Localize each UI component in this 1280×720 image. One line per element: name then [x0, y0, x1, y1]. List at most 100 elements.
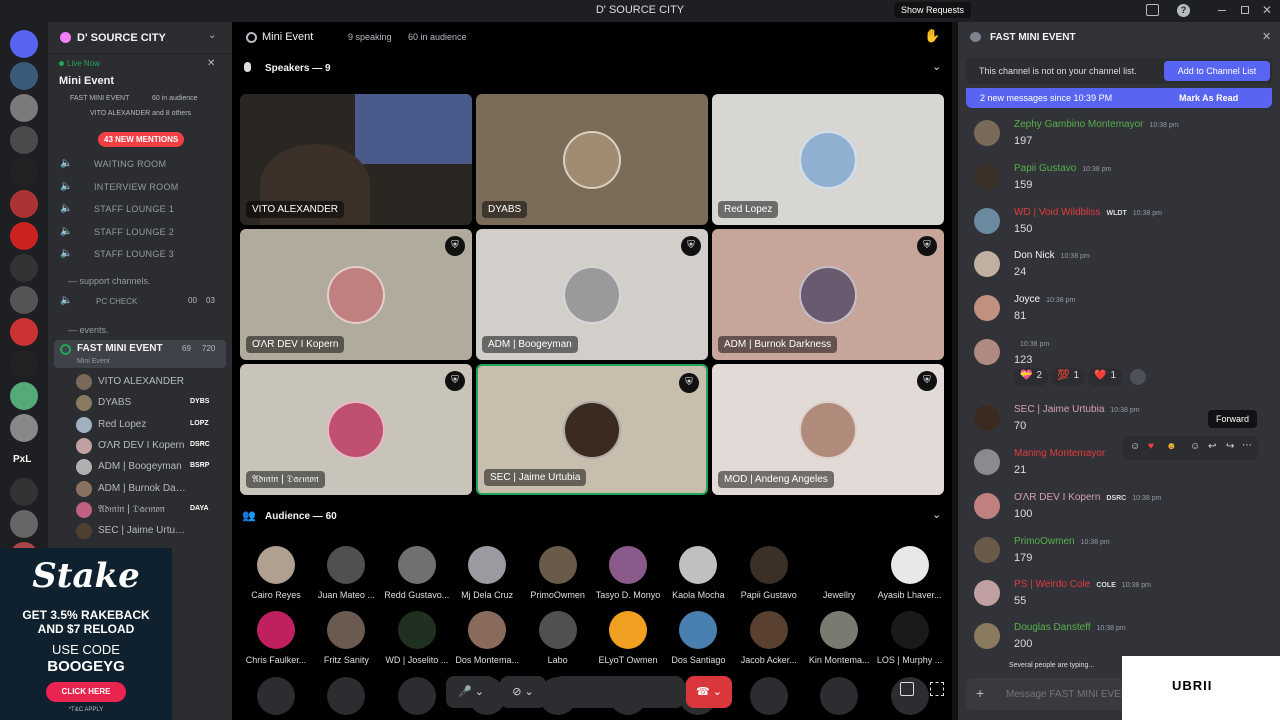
pc-check-channel[interactable]: 🔈 PC CHECK 00 03	[56, 292, 226, 312]
minimize-icon[interactable]	[1218, 10, 1226, 11]
speaker-tile[interactable]: ⛨ MOD | Andeng Angeles	[712, 364, 944, 495]
server-icon-5[interactable]: server-4	[10, 158, 38, 186]
attach-plus-icon[interactable]: +	[976, 685, 984, 701]
stake-ad-overlay[interactable]: Stake GET 3.5% RAKEBACK AND $7 RELOAD US…	[0, 548, 172, 720]
support-header[interactable]: — support channels.	[68, 276, 151, 286]
ad-cta-button[interactable]: CLICK HERE	[46, 682, 126, 702]
server-icon-6[interactable]: server-5	[10, 190, 38, 218]
help-icon[interactable]: ?	[1177, 4, 1190, 17]
close-icon[interactable]: ✕	[1262, 30, 1271, 43]
mark-as-read-button[interactable]: Mark As Read	[1179, 93, 1238, 103]
chat-message[interactable]: Joyce 10:38 pm 81	[972, 291, 1272, 331]
speaker-tile[interactable]: ⛨ ƠΛR DEV I Kopern	[240, 229, 472, 360]
screen-share-button[interactable]	[554, 676, 684, 708]
server-header[interactable]: D' SOURCE CITY ⌄	[48, 22, 232, 54]
live-event-card[interactable]: Live Now ✕ Mini Event FAST MINI EVENT 60…	[52, 56, 228, 117]
speaker-tile[interactable]: ⛨ SEC | Jaime Urtubia	[476, 364, 708, 495]
reaction-chip[interactable]: 💝 2	[1014, 368, 1049, 386]
server-icon-14[interactable]: server-13	[10, 478, 38, 506]
avatar[interactable]	[749, 677, 788, 715]
audience-member[interactable]: Kin Montema...	[804, 611, 874, 665]
server-icon-15[interactable]: server-14	[10, 510, 38, 538]
heart-react-icon[interactable]: ♥	[1148, 441, 1154, 452]
fullscreen-icon[interactable]	[930, 682, 944, 696]
voice-channel-1[interactable]: 🔈 WAITING ROOM	[56, 154, 226, 174]
chat-message[interactable]: Don Nick 10:38 pm 24	[972, 247, 1272, 287]
new-messages-bar[interactable]: 2 new messages since 10:39 PM Mark As Re…	[966, 88, 1272, 108]
server-icon-4[interactable]: server-3	[10, 126, 38, 154]
audience-member[interactable]: ELyoT Owmen	[593, 611, 663, 665]
server-label-pxl[interactable]: PxL	[13, 454, 31, 465]
disconnect-button[interactable]: ☎ ⌄	[686, 676, 732, 708]
audience-member[interactable]: Jewellry	[804, 546, 874, 600]
chat-message[interactable]: PS | Weirdo Cole COLE 10:38 pm 55	[972, 576, 1272, 616]
voice-user[interactable]: Red Lopez LOPZ	[76, 415, 226, 435]
voice-user[interactable]: ADM | Burnok Darkness	[76, 479, 226, 499]
avatar[interactable]	[397, 677, 436, 715]
server-icon-1[interactable]: discord-home	[10, 30, 38, 58]
reaction-chip[interactable]: 💯 1	[1051, 368, 1086, 386]
voice-user[interactable]: SEC | Jaime Urtubia	[76, 521, 226, 541]
audience-member[interactable]: Chris Faulker...	[241, 611, 311, 665]
audience-member[interactable]: WD | Joselito ...	[382, 611, 452, 665]
speakers-section-header[interactable]: Speakers — 9 ⌄	[232, 58, 952, 80]
chat-message[interactable]: ƠΛR DEV I Kopern DSRC 10:38 pm 100	[972, 489, 1272, 529]
chat-message[interactable]: Zephy Gambino Montemayor 10:38 pm 197	[972, 116, 1272, 156]
voice-user[interactable]: DYABS DYBS	[76, 393, 226, 413]
chat-message[interactable]: Douglas Dansteff 10:38 pm 200	[972, 619, 1272, 659]
emoji-react-icon[interactable]: ☺	[1130, 441, 1140, 452]
voice-user[interactable]: 𝔄𝔡𝔪𝔦𝔫 | 𝔇𝔞𝔢𝔪𝔬𝔫 DAYA	[76, 500, 226, 520]
audience-member[interactable]: Mj Dela Cruz	[452, 546, 522, 600]
add-to-channel-list-button[interactable]: Add to Channel List	[1164, 61, 1270, 81]
voice-user[interactable]: VITO ALEXANDER	[76, 372, 226, 392]
reaction-chip[interactable]: ❤️ 1	[1088, 368, 1123, 386]
audience-member[interactable]: Dos Santiago	[663, 611, 733, 665]
speaker-tile[interactable]: ⛨ 𝔄𝔡𝔪𝔦𝔫 | 𝔇𝔞𝔢𝔪𝔬𝔫	[240, 364, 472, 495]
avatar[interactable]	[257, 677, 295, 715]
server-icon-9[interactable]: server-8	[10, 286, 38, 314]
add-reaction-icon[interactable]: ☺	[1190, 441, 1200, 452]
server-icon-10[interactable]: server-9	[10, 318, 38, 346]
audience-member[interactable]: Papii Gustavo	[734, 546, 804, 600]
audience-member[interactable]: PrimoOwmen	[523, 546, 593, 600]
laugh-react-icon[interactable]: ☻	[1166, 441, 1177, 452]
voice-channel-4[interactable]: 🔈 STAFF LOUNGE 2	[56, 222, 226, 242]
speaker-tile[interactable]: DYABS	[476, 94, 708, 225]
inbox-icon[interactable]	[1146, 4, 1159, 16]
speaker-tile[interactable]: Red Lopez	[712, 94, 944, 225]
avatar[interactable]	[820, 677, 859, 715]
server-icon-13[interactable]: server-12	[10, 414, 38, 442]
audience-member[interactable]: Tasyo D. Monyo	[593, 546, 663, 600]
chat-message[interactable]: Papii Gustavo 10:38 pm 159	[972, 160, 1272, 200]
raised-hand-icon[interactable]: ✋	[924, 28, 940, 44]
chat-message[interactable]: WD | Void Wildbliss WLDT 10:38 pm 150	[972, 204, 1272, 244]
voice-user[interactable]: ƠΛR DEV I Kopern DSRC	[76, 436, 226, 456]
chat-message[interactable]: PrimoOwmen 10:38 pm 179	[972, 533, 1272, 573]
server-icon-12[interactable]: server-11	[10, 382, 38, 410]
reply-icon[interactable]: ↩	[1208, 441, 1216, 452]
server-icon-3[interactable]: server-2	[10, 94, 38, 122]
audience-member[interactable]: Cairo Reyes	[241, 546, 311, 600]
mic-button[interactable]: 🎤 ⌄	[446, 676, 496, 708]
avatar[interactable]	[327, 677, 366, 715]
audience-member[interactable]: LOS | Murphy ...	[875, 611, 945, 665]
audience-member[interactable]: Dos Montema...	[452, 611, 522, 665]
audience-member[interactable]: Redd Gustavo...	[382, 546, 452, 600]
server-icon-11[interactable]: server-10	[10, 350, 38, 378]
speaker-tile[interactable]: ⛨ ADM | Boogeyman	[476, 229, 708, 360]
close-window-icon[interactable]: ✕	[1262, 3, 1272, 17]
audience-member[interactable]: Fritz Sanity	[311, 611, 381, 665]
server-icon-2[interactable]: server-1	[10, 62, 38, 90]
audience-member[interactable]: Labo	[523, 611, 593, 665]
mentions-pill[interactable]: 43 NEW MENTIONS	[98, 132, 185, 147]
camera-off-button[interactable]: ⊘ ⌄	[500, 676, 546, 708]
speaker-tile[interactable]: VITO ALEXANDER	[240, 94, 472, 225]
audience-member[interactable]: Juan Mateo ...	[311, 546, 381, 600]
voice-channel-2[interactable]: 🔈 INTERVIEW ROOM	[56, 177, 226, 197]
server-icon-7[interactable]: server-6	[10, 222, 38, 250]
voice-channel-5[interactable]: 🔈 STAFF LOUNGE 3	[56, 244, 226, 264]
voice-user[interactable]: ADM | Boogeyman BSRP	[76, 457, 226, 477]
more-icon[interactable]: ⋯	[1242, 440, 1252, 451]
events-header[interactable]: — events.	[68, 325, 109, 335]
stage-channel[interactable]: FAST MINI EVENT Mini Event 69 720	[54, 340, 226, 368]
